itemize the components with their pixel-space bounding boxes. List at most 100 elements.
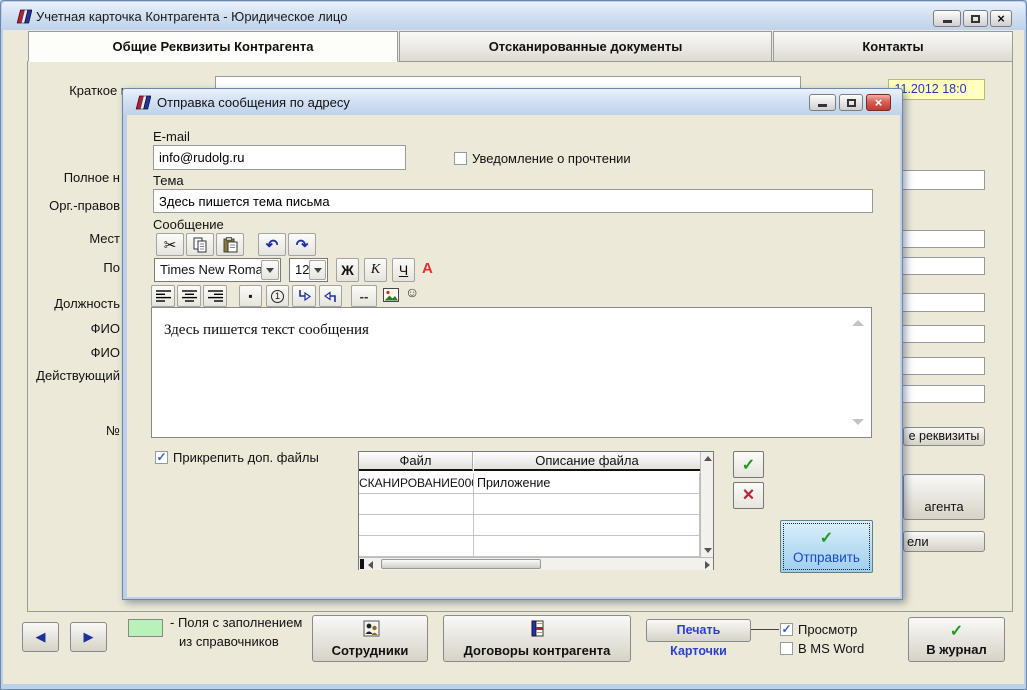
column-header-file[interactable]: Файл <box>359 452 473 471</box>
font-size-dropdown-arrow[interactable] <box>309 260 326 280</box>
scroll-down-icon[interactable] <box>852 419 864 425</box>
horizontal-rule-button[interactable]: -- <box>351 285 377 307</box>
align-right-icon <box>208 290 223 302</box>
numbered-list-button[interactable]: 1 <box>266 285 289 307</box>
scroll-down-icon[interactable] <box>704 548 712 553</box>
agent-button[interactable]: агента <box>903 474 985 520</box>
read-receipt-label: Уведомление о прочтении <box>472 151 631 166</box>
table-cell-file[interactable]: СКАНИРОВАНИЕ0001 <box>359 473 474 494</box>
read-receipt-checkbox[interactable] <box>454 152 467 165</box>
undo-icon: ↶ <box>266 236 279 254</box>
italic-button[interactable]: К <box>364 258 387 282</box>
insert-image-button[interactable] <box>383 288 399 305</box>
smiley-button[interactable]: ☺ <box>405 284 419 300</box>
check-icon: ✓ <box>781 622 791 636</box>
email-field[interactable] <box>153 145 406 170</box>
tab-label: Отсканированные документы <box>489 39 683 54</box>
print-connector-line <box>751 629 779 630</box>
font-color-button[interactable]: A <box>422 260 433 277</box>
table-row-empty[interactable] <box>474 494 700 515</box>
scroll-up-icon[interactable] <box>704 456 712 461</box>
minimize-icon <box>818 104 827 107</box>
hscroll-thumb[interactable] <box>381 559 541 569</box>
table-row-empty[interactable] <box>474 515 700 536</box>
preview-checkbox[interactable]: ✓ <box>780 623 793 636</box>
table-row-empty[interactable] <box>359 515 474 536</box>
send-message-dialog: Отправка сообщения по адресу × E-mail Ув… <box>122 88 903 600</box>
align-left-button[interactable] <box>151 285 175 307</box>
legend-swatch <box>128 619 163 637</box>
tab-label: Общие Реквизиты Контрагента <box>113 39 314 54</box>
outdent-button[interactable] <box>319 285 342 307</box>
nav-next-button[interactable]: ▶ <box>70 622 107 652</box>
minimize-button[interactable] <box>933 10 961 27</box>
paste-button[interactable] <box>216 233 244 256</box>
table-vscrollbar[interactable] <box>700 452 713 557</box>
subject-label: Тема <box>153 173 184 188</box>
table-hscrollbar[interactable] <box>359 557 713 570</box>
app-books-icon <box>14 8 32 25</box>
image-icon <box>383 288 399 302</box>
print-card-button[interactable]: Печать Карточки <box>646 619 751 642</box>
journal-button[interactable]: ✓ В журнал <box>908 617 1005 662</box>
indent-button[interactable] <box>292 285 316 307</box>
undo-button[interactable]: ↶ <box>258 233 286 256</box>
dialog-maximize-button[interactable] <box>839 94 863 111</box>
nav-prev-button[interactable]: ◀ <box>22 622 59 652</box>
journal-label: В журнал <box>909 642 1004 657</box>
legend-text-line2: из справочников <box>179 634 279 649</box>
maximize-button[interactable] <box>963 10 988 27</box>
dialog-books-icon <box>133 94 151 111</box>
attachment-delete-button[interactable]: × <box>733 482 764 509</box>
email-label: E-mail <box>153 129 190 144</box>
copy-button[interactable] <box>186 233 214 256</box>
message-body-text: Здесь пишется текст сообщения <box>152 308 871 339</box>
bank-requisites-button[interactable]: е реквизиты <box>903 427 985 446</box>
minimize-icon <box>943 20 952 23</box>
bullet-list-button[interactable]: ▪ <box>239 285 262 307</box>
dialog-titlebar[interactable]: Отправка сообщения по адресу <box>123 89 902 115</box>
label-fio1: ФИО <box>20 321 120 336</box>
maximize-icon <box>971 15 980 23</box>
table-cell-description[interactable]: Приложение <box>474 473 700 494</box>
tab-scanned-documents[interactable]: Отсканированные документы <box>399 31 772 62</box>
send-button[interactable]: ✓ Отправить <box>780 520 873 573</box>
column-header-description[interactable]: Описание файла <box>474 452 700 471</box>
window-title: Учетная карточка Контрагента - Юридическ… <box>36 9 347 24</box>
message-body-field[interactable]: Здесь пишется текст сообщения <box>151 307 872 438</box>
tab-contacts[interactable]: Контакты <box>773 31 1013 62</box>
dialog-close-button[interactable]: × <box>866 94 891 111</box>
label-position: Должность <box>20 296 120 311</box>
tab-general-requisites[interactable]: Общие Реквизиты Контрагента <box>28 31 398 62</box>
contracts-button[interactable]: Договоры контрагента <box>443 615 631 662</box>
cut-button[interactable]: ✂ <box>156 233 184 256</box>
align-left-icon <box>156 290 171 302</box>
scroll-right-icon[interactable] <box>705 561 710 569</box>
main-titlebar[interactable]: Учетная карточка Контрагента - Юридическ… <box>2 2 1025 30</box>
maximize-icon <box>847 99 856 107</box>
chevron-down-icon <box>314 268 322 273</box>
attachment-confirm-button[interactable]: ✓ <box>733 451 764 478</box>
label-number: № <box>20 423 120 438</box>
underline-button[interactable]: Ч <box>392 258 415 282</box>
table-row-empty[interactable] <box>359 536 474 557</box>
dialog-minimize-button[interactable] <box>809 94 836 111</box>
employees-label: Сотрудники <box>313 643 427 658</box>
table-row-empty[interactable] <box>474 536 700 557</box>
scroll-up-icon[interactable] <box>852 320 864 326</box>
employees-button[interactable]: Сотрудники <box>312 615 428 662</box>
scroll-left-icon[interactable] <box>368 561 373 569</box>
close-button[interactable]: × <box>990 10 1012 27</box>
align-center-button[interactable] <box>177 285 201 307</box>
msword-checkbox[interactable] <box>780 642 793 655</box>
align-right-button[interactable] <box>203 285 227 307</box>
label-fio2: ФИО <box>20 345 120 360</box>
subject-field[interactable] <box>153 189 873 213</box>
font-family-dropdown-arrow[interactable] <box>261 260 279 280</box>
bold-button[interactable]: Ж <box>336 258 359 282</box>
redo-button[interactable]: ↷ <box>288 233 316 256</box>
heads-button[interactable]: ели <box>903 531 985 552</box>
table-row-empty[interactable] <box>359 494 474 515</box>
label-full-name: Полное н <box>20 170 120 185</box>
attach-files-checkbox[interactable]: ✓ <box>155 451 168 464</box>
